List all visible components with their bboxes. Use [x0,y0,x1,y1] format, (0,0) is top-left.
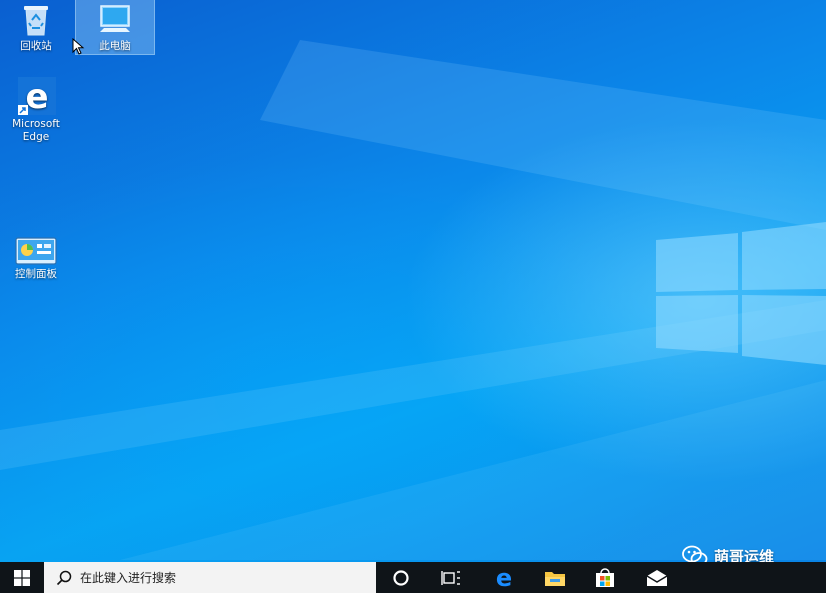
windows-logo-wallpaper [656,222,826,365]
recycle-bin-icon [24,6,48,36]
desktop-icon-label: 控制面板 [15,268,57,280]
desktop-icon-edge[interactable]: e Microsoft Edge [0,76,72,144]
watermark-text: 萌哥运维 [714,547,775,563]
edge-icon: e [496,567,512,589]
this-pc-icon [100,5,130,32]
search-icon [56,570,72,585]
task-view-icon [441,570,460,585]
desktop-icon-control-panel[interactable]: 控制面板 [0,236,72,281]
cortana-icon [393,569,409,586]
mouse-cursor-icon [72,38,85,55]
desktop-icon-label: 回收站 [20,40,52,52]
desktop-icon-label: 此电脑 [99,40,131,52]
taskbar-file-explorer-button[interactable] [535,562,575,593]
svg-text:e: e [25,77,48,116]
taskbar: e [0,562,826,593]
mail-icon [646,569,668,586]
desktop-icon-label: Microsoft Edge [12,118,60,143]
wallpaper [0,40,826,560]
taskbar-store-button[interactable] [585,562,625,593]
desktop: 回收站 此电脑 e Microsoft Edge 控制面板 萌哥运维 [0,0,826,562]
wechat-icon [682,545,708,562]
taskbar-edge-button[interactable]: e [484,562,524,593]
control-panel-icon [15,237,57,265]
task-view-button[interactable] [431,562,471,593]
start-button[interactable] [0,562,44,593]
edge-icon: e [18,77,56,116]
cortana-button[interactable] [381,562,421,593]
desktop-icon-this-pc[interactable]: 此电脑 [75,0,155,55]
file-explorer-icon [545,571,565,586]
windows-start-icon [14,569,30,586]
taskbar-mail-button[interactable] [637,562,677,593]
store-icon [596,567,614,587]
svg-text:e: e [496,567,512,589]
search-input[interactable] [80,565,360,590]
search-box[interactable] [44,562,376,593]
desktop-icon-recycle-bin[interactable]: 回收站 [0,2,72,53]
watermark: 萌哥运维 [682,545,774,562]
